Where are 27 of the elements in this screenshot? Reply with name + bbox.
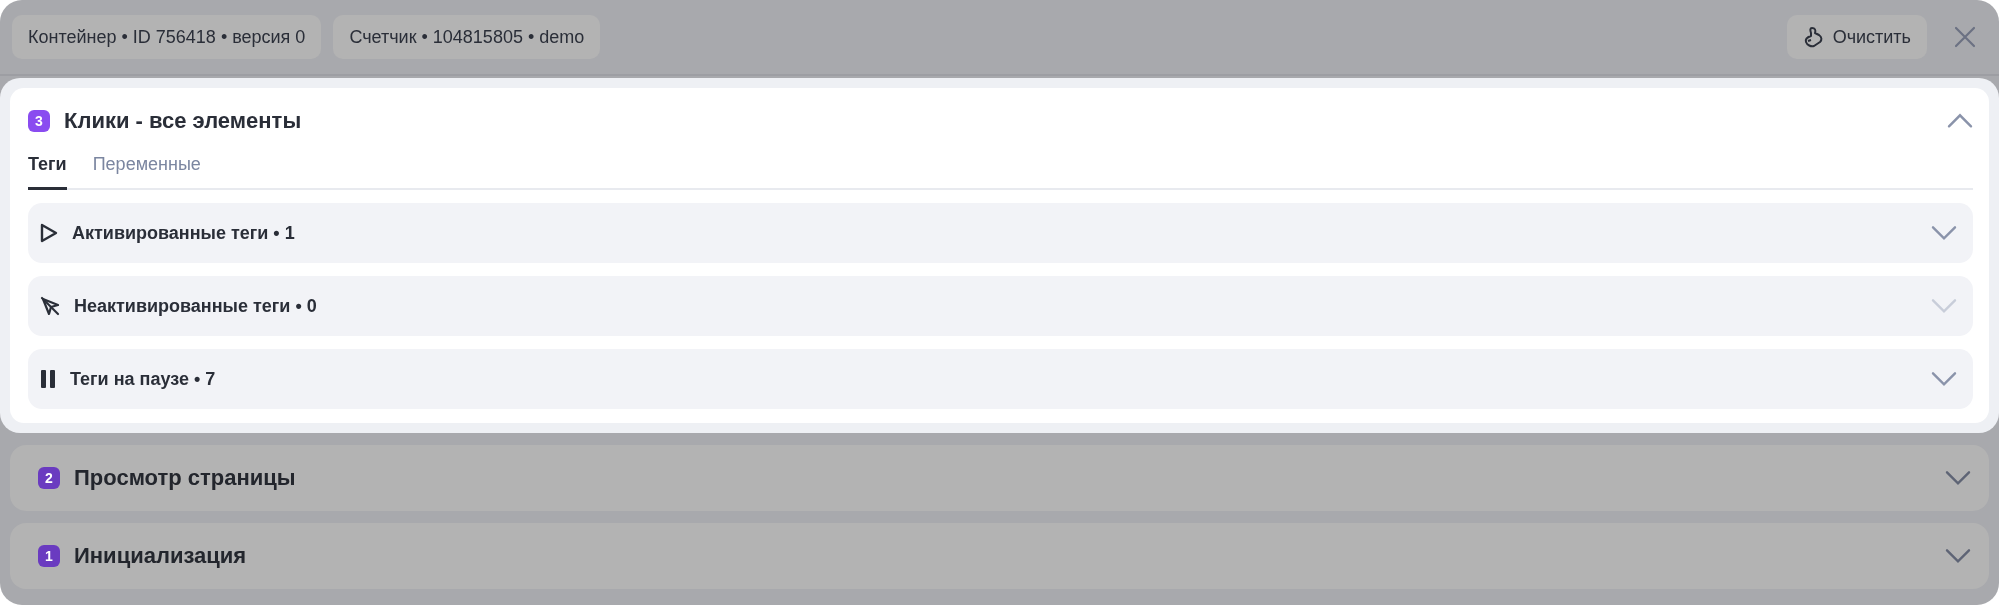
section-row[interactable]: 2 Просмотр страницы <box>10 445 1989 511</box>
step-number: 1 <box>38 545 60 567</box>
section-row[interactable]: 1 Инициализация <box>10 523 1989 589</box>
tag-group-row[interactable]: Активированные теги • 1 <box>28 203 1973 263</box>
close-icon <box>1954 26 1976 48</box>
chevron-down-icon[interactable] <box>1945 548 1971 564</box>
tab[interactable]: Теги <box>28 148 67 190</box>
group-label: Неактивированные теги • 0 <box>74 295 318 317</box>
step-number: 2 <box>38 467 60 489</box>
clear-button[interactable]: Очистить <box>1786 15 1927 59</box>
tag-group-row[interactable]: Теги на паузе • 7 <box>28 349 1973 409</box>
chevron-down-icon[interactable] <box>1931 371 1957 387</box>
chevron-down-icon[interactable] <box>1945 470 1971 486</box>
step-number: 3 <box>28 110 50 132</box>
group-label: Активированные теги • 1 <box>72 222 296 244</box>
play-icon <box>40 223 58 243</box>
info-chip: Контейнер • ID 756418 • версия 0 <box>12 15 322 59</box>
pause-icon <box>40 369 56 389</box>
chevron-up-icon[interactable] <box>1947 113 1973 129</box>
section-title: Клики - все элементы <box>64 108 303 134</box>
crossed-cursor-icon <box>40 296 60 316</box>
info-chip: Счетчик • 104815805 • demo <box>333 15 601 59</box>
section-title: Инициализация <box>74 543 248 569</box>
section-title: Просмотр страницы <box>74 465 297 491</box>
group-label: Теги на паузе • 7 <box>70 368 217 390</box>
tab[interactable]: Переменные <box>92 148 201 190</box>
chevron-down-icon[interactable] <box>1931 225 1957 241</box>
